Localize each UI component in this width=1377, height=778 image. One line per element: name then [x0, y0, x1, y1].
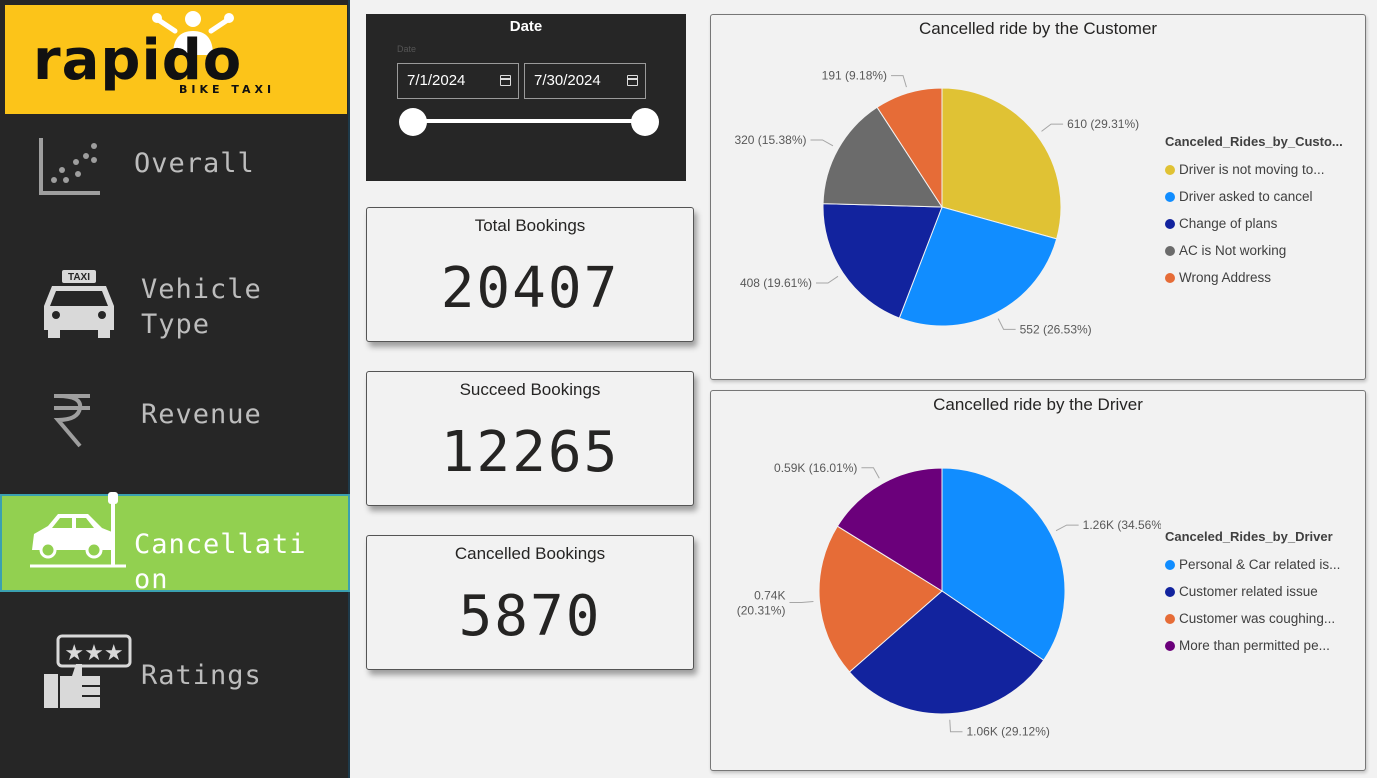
- legend-item[interactable]: Driver is not moving to...: [1165, 156, 1343, 183]
- nav-item-revenue[interactable]: Revenue: [0, 380, 350, 460]
- date-slider-end-handle[interactable]: [631, 108, 659, 136]
- driver-cancellation-chart: Cancelled ride by the Driver 1.26K (34.5…: [710, 390, 1366, 771]
- pie-data-label: 1.26K (34.56%): [1083, 518, 1161, 532]
- calendar-icon[interactable]: [627, 75, 638, 86]
- nav-label-ratings: Ratings: [141, 660, 262, 691]
- nav-label-cancellation: Cancellati on: [134, 529, 307, 595]
- pie-data-label: 191 (9.18%): [822, 69, 887, 83]
- svg-text:★★★: ★★★: [64, 640, 123, 665]
- nav-item-overall[interactable]: Overall: [0, 124, 350, 214]
- start-date-value: 7/1/2024: [407, 72, 466, 89]
- kpi-value: 20407: [440, 256, 620, 321]
- label-leader-line: [1041, 123, 1064, 132]
- pie-data-label: 610 (29.31%): [1067, 117, 1139, 131]
- svg-text:TAXI: TAXI: [68, 272, 90, 283]
- customer-pie-legend: Canceled_Rides_by_Custo... Driver is not…: [1165, 134, 1343, 291]
- scatter-chart-icon: [39, 138, 100, 195]
- legend-marker: [1165, 586, 1175, 597]
- legend-label: Change of plans: [1179, 216, 1278, 231]
- legend-title: Canceled_Rides_by_Custo...: [1165, 134, 1343, 149]
- label-leader-line: [810, 139, 834, 147]
- date-field-label: Date: [397, 44, 417, 54]
- label-leader-line: [816, 275, 839, 284]
- legend-label: AC is Not working: [1179, 243, 1287, 258]
- taxi-icon: TAXI: [44, 270, 114, 338]
- calendar-icon[interactable]: [500, 75, 511, 86]
- legend-item[interactable]: Personal & Car related is...: [1165, 551, 1340, 578]
- logo-tagline: BIKE TAXI: [179, 83, 276, 96]
- label-leader-line: [891, 75, 907, 88]
- legend-item[interactable]: AC is Not working: [1165, 237, 1343, 264]
- label-leader-line: [949, 719, 963, 733]
- legend-label: Driver asked to cancel: [1179, 189, 1313, 204]
- pie-data-label: 320 (15.38%): [734, 133, 806, 147]
- pie-data-label: 408 (19.61%): [740, 276, 812, 290]
- customer-cancellation-chart: Cancelled ride by the Customer 610 (29.3…: [710, 14, 1366, 380]
- rapido-logo: rapido BIKE TAXI: [5, 5, 347, 114]
- date-slicer-title: Date: [509, 18, 543, 35]
- pie-data-label: 0.74K (20.31%): [737, 589, 786, 618]
- legend-marker: [1165, 245, 1175, 256]
- legend-item[interactable]: Change of plans: [1165, 210, 1343, 237]
- date-slider-track[interactable]: [412, 119, 645, 123]
- pie-data-label: 0.59K (16.01%): [774, 461, 857, 475]
- label-leader-line: [861, 467, 880, 479]
- kpi-title: Cancelled Bookings: [454, 544, 606, 563]
- legend-marker: [1165, 191, 1175, 202]
- kpi-card-succeed-bookings: Succeed Bookings 12265: [366, 371, 694, 506]
- end-date-value: 7/30/2024: [534, 72, 601, 89]
- rupee-icon: [53, 394, 90, 448]
- legend-item[interactable]: Customer was coughing...: [1165, 605, 1340, 632]
- kpi-card-total-bookings: Total Bookings 20407: [366, 207, 694, 342]
- logo-brand-text: rapido: [33, 28, 243, 93]
- legend-label: Wrong Address: [1179, 270, 1272, 285]
- legend-marker: [1165, 559, 1175, 570]
- nav-label-revenue: Revenue: [141, 399, 262, 430]
- kpi-title: Succeed Bookings: [459, 380, 601, 399]
- kpi-value: 5870: [458, 584, 602, 649]
- end-date-input[interactable]: 7/30/2024: [524, 63, 646, 99]
- nav-label-overall: Overall: [134, 148, 255, 179]
- legend-marker: [1165, 613, 1175, 624]
- nav-label-vehicle-type: Vehicle Type: [141, 274, 262, 340]
- legend-item[interactable]: Driver asked to cancel: [1165, 183, 1343, 210]
- pie-data-label: 552 (26.53%): [1020, 322, 1092, 336]
- pie-data-label: 1.06K (29.12%): [966, 725, 1049, 739]
- legend-label: Driver is not moving to...: [1179, 162, 1325, 177]
- customer-pie-svg: 610 (29.31%) 552 (26.53%) 408 (19.61%) 320 …: [734, 69, 1139, 337]
- legend-item[interactable]: Wrong Address: [1165, 264, 1343, 291]
- legend-item[interactable]: Customer related issue: [1165, 578, 1340, 605]
- legend-marker: [1165, 218, 1175, 229]
- legend-label: Customer related issue: [1179, 584, 1318, 599]
- nav-item-cancellation[interactable]: Cancellati on: [0, 492, 350, 595]
- label-leader-line: [789, 601, 814, 604]
- kpi-value: 12265: [440, 420, 620, 485]
- label-leader-line: [1055, 524, 1079, 532]
- date-range-slicer: Date Date 7/1/2024 7/30/2024: [366, 14, 686, 181]
- sidebar-nav: rapido BIKE TAXI Overall TAXI Vehicle Ty…: [0, 0, 350, 778]
- legend-item[interactable]: More than permitted pe...: [1165, 632, 1340, 659]
- star-rating-thumbs-up-icon: ★★★: [44, 634, 132, 708]
- nav-item-ratings[interactable]: ★★★ Ratings: [0, 630, 350, 720]
- legend-label: Customer was coughing...: [1179, 611, 1336, 626]
- date-slider-start-handle[interactable]: [399, 108, 427, 136]
- driver-pie-svg: 1.26K (34.56%) 1.06K (29.12%) 0.74K (20.31%…: [737, 461, 1161, 739]
- kpi-title: Total Bookings: [474, 216, 586, 235]
- nav-item-vehicle-type[interactable]: TAXI Vehicle Type: [0, 262, 350, 352]
- driver-pie-legend: Canceled_Rides_by_Driver Personal & Car …: [1165, 529, 1340, 659]
- legend-marker: [1165, 164, 1175, 175]
- legend-label: More than permitted pe...: [1179, 638, 1330, 653]
- start-date-input[interactable]: 7/1/2024: [397, 63, 519, 99]
- kpi-card-cancelled-bookings: Cancelled Bookings 5870: [366, 535, 694, 670]
- legend-marker: [1165, 272, 1175, 283]
- label-leader-line: [997, 318, 1016, 330]
- legend-marker: [1165, 640, 1175, 651]
- legend-title: Canceled_Rides_by_Driver: [1165, 529, 1333, 544]
- legend-label: Personal & Car related is...: [1179, 557, 1341, 572]
- car-crash-icon: [30, 492, 126, 568]
